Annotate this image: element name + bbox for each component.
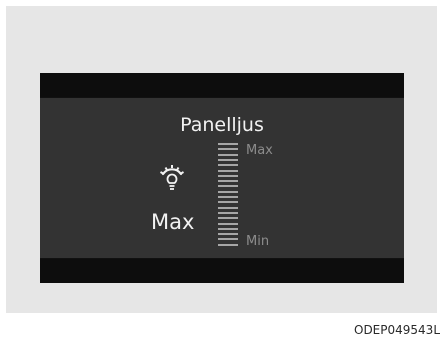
gauge-segment bbox=[218, 158, 238, 161]
gauge-segment bbox=[218, 238, 238, 241]
brightness-gauge bbox=[218, 143, 238, 249]
gauge-min-label: Min bbox=[246, 234, 270, 249]
gauge-segment bbox=[218, 211, 238, 214]
gauge-segment bbox=[218, 201, 238, 204]
gauge-segment bbox=[218, 222, 238, 225]
gauge-segment bbox=[218, 227, 238, 230]
gauge-segment bbox=[218, 180, 238, 183]
gauge-segment bbox=[218, 148, 238, 151]
gauge-segment bbox=[218, 206, 238, 209]
gauge-segment bbox=[218, 174, 238, 177]
cluster-display: Panelljus Max Max Min bbox=[40, 73, 404, 283]
gauge-segment bbox=[218, 185, 238, 188]
gauge-max-label: Max bbox=[246, 143, 273, 158]
gauge-segment bbox=[218, 196, 238, 198]
gauge-segment bbox=[218, 190, 238, 193]
gauge-segment bbox=[218, 217, 238, 220]
panel-light-icon bbox=[159, 165, 185, 190]
panel-light-settings-panel: Panelljus Max Max Min bbox=[40, 98, 404, 258]
figure-code: ODEP049543L bbox=[354, 323, 440, 337]
gauge-segment bbox=[218, 233, 238, 236]
gauge-segment bbox=[218, 243, 238, 246]
gauge-segment bbox=[218, 164, 238, 167]
display-bottom-bar bbox=[40, 259, 404, 283]
gauge-segment bbox=[218, 169, 238, 172]
gauge-segment bbox=[218, 143, 238, 145]
panel-title: Panelljus bbox=[180, 114, 264, 136]
current-brightness-value: Max bbox=[151, 210, 195, 234]
gauge-segment bbox=[218, 153, 238, 156]
display-top-bar bbox=[40, 73, 404, 97]
